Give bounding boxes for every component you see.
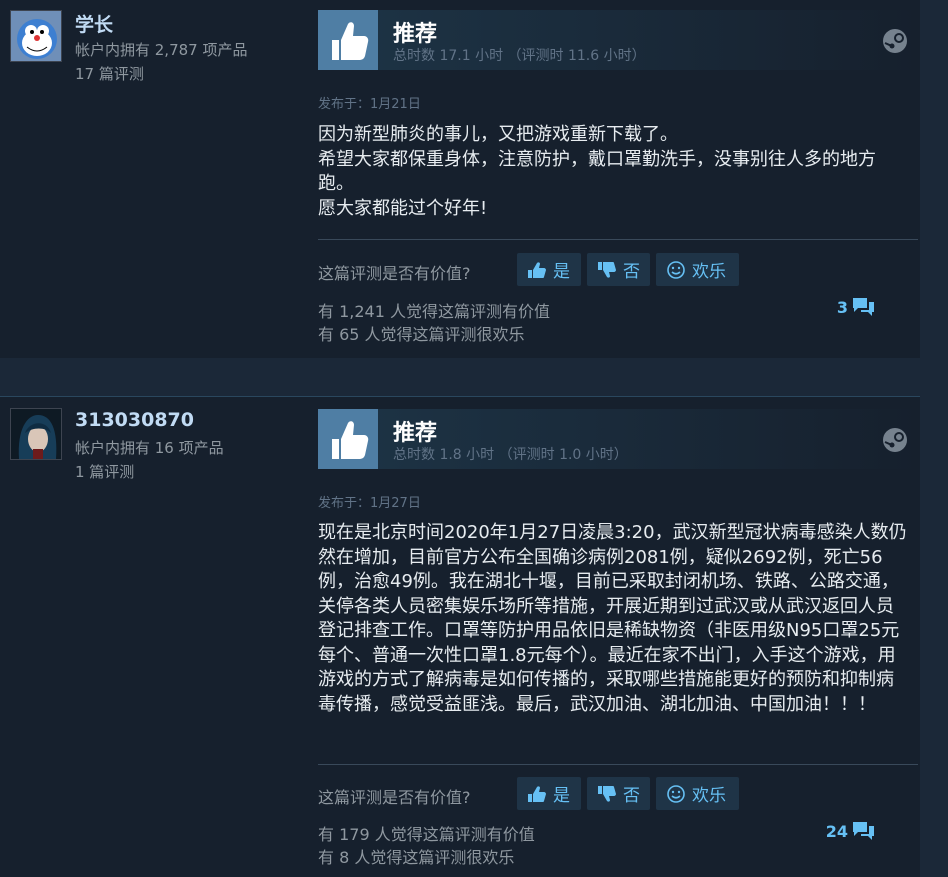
helpful-question: 这篇评测是否有价值? — [318, 264, 471, 283]
user-products[interactable]: 帐户内拥有 16 项产品 — [75, 436, 224, 460]
vote-yes-label: 是 — [553, 786, 570, 806]
helpful-question: 这篇评测是否有价值? — [318, 788, 471, 807]
vote-funny-label: 欢乐 — [692, 786, 726, 806]
playtime: 总时数 1.8 小时 （评测时 1.0 小时） — [393, 447, 628, 463]
comments-link[interactable]: 3 — [837, 295, 876, 319]
vote-funny-label: 欢乐 — [692, 262, 726, 282]
user-name[interactable]: 313030870 — [75, 409, 194, 431]
review-text-line: 希望大家都保重身体，注意防护，戴口罩勤洗手，没事别往人多的地方跑。 — [318, 148, 876, 195]
user-meta: 帐户内拥有 2,787 项产品 17 篇评测 — [75, 38, 247, 86]
helpful-count: 有 1,241 人觉得这篇评测有价值 — [318, 302, 550, 321]
thumbs-up-icon — [318, 10, 378, 70]
review-card: 学长 帐户内拥有 2,787 项产品 17 篇评测 推荐 总时数 17.1 小时… — [0, 0, 920, 358]
funny-count: 有 8 人觉得这篇评测很欢乐 — [318, 848, 515, 867]
divider — [318, 764, 918, 765]
user-meta: 帐户内拥有 16 项产品 1 篇评测 — [75, 436, 224, 484]
helpful-count: 有 179 人觉得这篇评测有价值 — [318, 825, 535, 844]
smile-icon — [667, 260, 685, 279]
review-stats: 有 179 人觉得这篇评测有价值 有 8 人觉得这篇评测很欢乐 — [318, 823, 535, 869]
smile-icon — [667, 784, 685, 803]
vote-header[interactable]: 推荐 总时数 17.1 小时 （评测时 11.6 小时） — [318, 10, 918, 70]
vote-yes-label: 是 — [553, 262, 570, 282]
avatar[interactable] — [10, 10, 62, 62]
vote-title: 推荐 — [393, 421, 438, 446]
vote-no-button[interactable]: 否 — [587, 253, 650, 286]
vote-funny-button[interactable]: 欢乐 — [656, 777, 739, 810]
review-stats: 有 1,241 人觉得这篇评测有价值 有 65 人觉得这篇评测很欢乐 — [318, 300, 550, 346]
review-text: 现在是北京时间2020年1月27日凌晨3:20，武汉新型冠状病毒感染人数仍然在增… — [318, 522, 907, 715]
vote-no-label: 否 — [623, 262, 640, 282]
posted-date: 发布于：1月21日 — [318, 97, 421, 112]
vote-no-label: 否 — [623, 786, 640, 806]
vote-yes-button[interactable]: 是 — [517, 253, 581, 286]
user-name[interactable]: 学长 — [75, 10, 113, 37]
comment-count: 24 — [825, 821, 848, 841]
avatar[interactable] — [10, 408, 62, 460]
vote-header[interactable]: 推荐 总时数 1.8 小时 （评测时 1.0 小时） — [318, 409, 918, 469]
review-card: 313030870 帐户内拥有 16 项产品 1 篇评测 推荐 总时数 1.8 … — [0, 396, 920, 877]
comment-bubble-icon — [853, 822, 874, 840]
thumbs-up-icon — [528, 785, 546, 802]
thumbs-up-icon — [528, 261, 546, 278]
comments-link[interactable]: 24 — [826, 819, 876, 843]
funny-count: 有 65 人觉得这篇评测很欢乐 — [318, 325, 525, 344]
vote-no-button[interactable]: 否 — [587, 777, 650, 810]
steam-logo-icon — [882, 427, 908, 457]
vote-funny-button[interactable]: 欢乐 — [656, 253, 739, 286]
user-products[interactable]: 帐户内拥有 2,787 项产品 — [75, 38, 247, 62]
user-review-count[interactable]: 17 篇评测 — [75, 62, 247, 86]
review-text-line: 因为新型肺炎的事儿，又把游戏重新下载了。 — [318, 124, 678, 145]
vote-title: 推荐 — [393, 22, 438, 47]
divider — [318, 239, 918, 240]
playtime: 总时数 17.1 小时 （评测时 11.6 小时） — [393, 48, 646, 64]
user-review-count[interactable]: 1 篇评测 — [75, 460, 224, 484]
comment-count: 3 — [836, 297, 848, 317]
review-content: 现在是北京时间2020年1月27日凌晨3:20，武汉新型冠状病毒感染人数仍然在增… — [318, 521, 908, 717]
vote-yes-button[interactable]: 是 — [517, 777, 581, 810]
thumbs-down-icon — [598, 785, 616, 802]
review-content: 因为新型肺炎的事儿，又把游戏重新下载了。 希望大家都保重身体，注意防护，戴口罩勤… — [318, 123, 908, 221]
steam-logo-icon — [882, 28, 908, 58]
thumbs-down-icon — [598, 261, 616, 278]
comment-bubble-icon — [853, 298, 874, 316]
review-text-line: 愿大家都能过个好年! — [318, 197, 488, 219]
thumbs-up-icon — [318, 409, 378, 469]
posted-date: 发布于：1月27日 — [318, 496, 421, 511]
